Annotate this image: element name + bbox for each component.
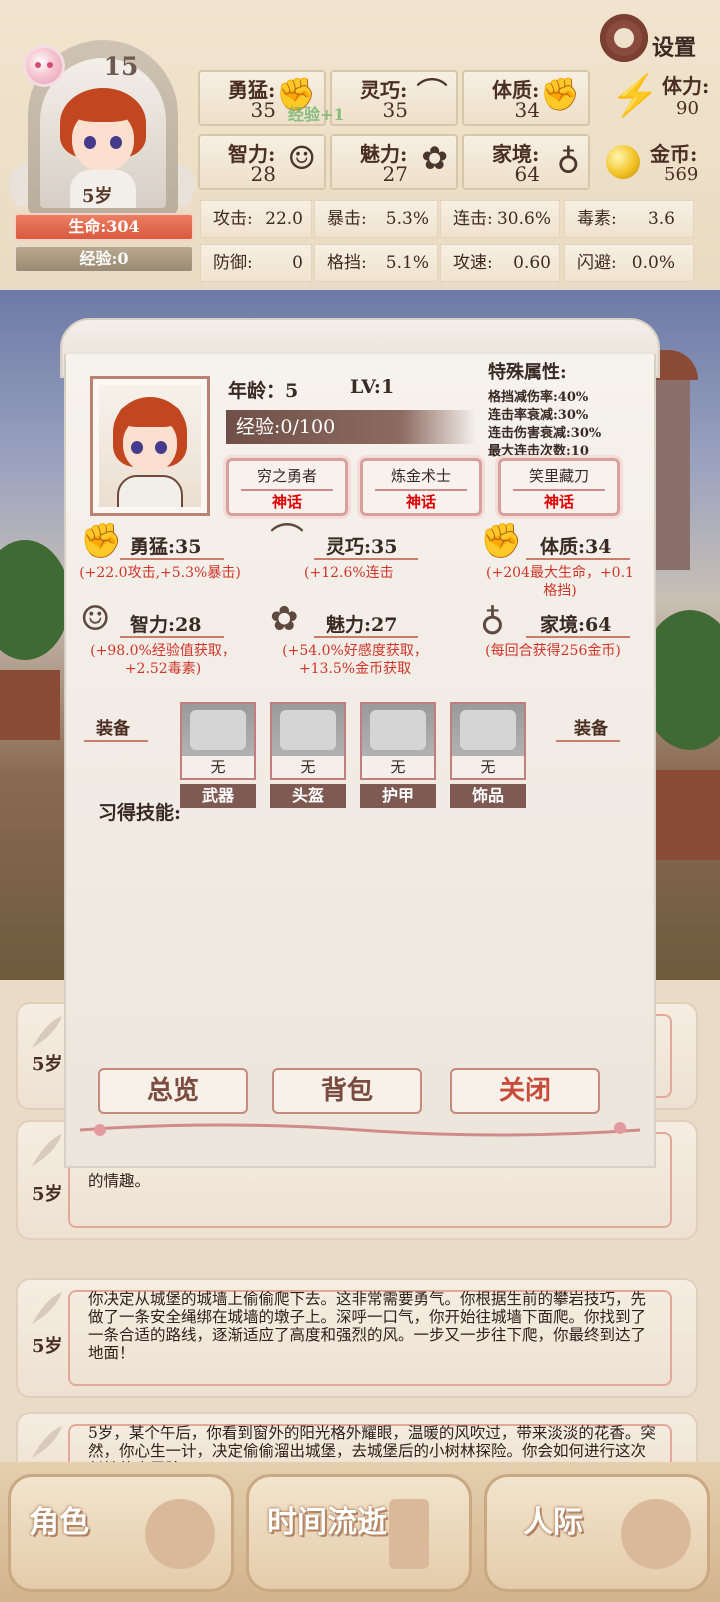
brain-icon: ☺ [287,139,316,177]
age-badge: 5岁 [82,186,113,207]
equip-slot-accessory[interactable]: 无 [450,702,526,780]
special-line: 连击伤害衰减:30% [488,426,602,441]
bag-button[interactable]: 背包 [272,1068,422,1114]
attr-charm-desc: (+54.0%好感度获取，+13.5%金币获取 [282,643,428,677]
close-button[interactable]: 关闭 [450,1068,600,1114]
trait-card[interactable]: 笑里藏刀 神话 [498,458,620,516]
attr-constitution-desc: (+204最大生命，+0.1格挡) [486,565,634,599]
combat-dodge: 闪避: 0.0% [564,244,694,282]
equip-slot-helmet[interactable]: 无 [270,702,346,780]
attr-agility-desc: (+12.6%连击 [304,565,394,581]
combat-crit: 暴击: 5.3% [314,200,438,238]
char-xp: 经验:0/100 [226,410,476,444]
stamina-label: 体力: [662,74,710,98]
nav-social-button[interactable]: 人际 [484,1474,710,1592]
fist-icon: ✊ [80,521,123,561]
special-line: 连击率衰减:30% [488,408,589,423]
stat-family[interactable]: 家境: 64 ♁ [462,134,590,190]
char-level: LV:1 [350,376,395,398]
character-portrait-frame [90,376,210,516]
status-header: 15 5岁 生命:304 经验:0 勇猛: 35 ✊ 灵巧: 35 ⌒ 体质: … [0,0,720,282]
attr-courage: 勇猛:35 [130,536,202,558]
coin-icon [606,145,640,179]
settings-button[interactable]: 设置 [600,14,710,70]
attr-constitution: 体质:34 [540,536,612,558]
equip-label-right: 装备 [574,719,608,739]
stat-constitution[interactable]: 体质: 34 ✊ [462,70,590,126]
gold-label: 金币: [650,142,698,166]
stat-agility[interactable]: 灵巧: 35 ⌒ [330,70,458,126]
flower-icon: ✿ [421,139,448,177]
float-xp-text: 经验+1 [288,105,345,124]
stat-intelligence[interactable]: 智力: 28 ☺ [198,134,326,190]
equip-name-armor: 护甲 [360,784,436,808]
combat-combo: 连击: 30.6% [440,200,560,238]
attr-intelligence: 智力:28 [130,614,202,636]
gear-icon [600,14,648,62]
character-dialog: 年龄：5 LV:1 经验:0/100 特殊属性: 格挡减伤率:40% 连击率衰减… [60,318,660,1168]
log-card: 5岁 你决定从城堡的城墙上偷偷爬下去。这非常需要勇气。你根据生前的攀岩技巧，先做… [16,1278,698,1398]
equip-slot-weapon[interactable]: 无 [180,702,256,780]
muscle-icon: ✊ [480,521,523,561]
attr-family: 家境:64 [540,614,612,636]
flower-icon: ✿ [270,599,299,639]
hand-coin-icon: ♁ [556,139,580,177]
equip-slot-armor[interactable]: 无 [360,702,436,780]
special-line: 最大连击次数:10 [488,444,589,459]
xp-bar: 经验:0 [14,245,194,273]
level-number: 15 [103,52,139,81]
attr-agility: 灵巧:35 [326,536,398,558]
character-portrait [99,385,201,507]
flower-ribbon-decoration [80,1122,640,1137]
muscle-icon: ✊ [540,75,580,113]
brain-icon: ☺ [80,599,111,639]
hand-coin-icon: ♁ [480,599,505,639]
combat-block: 格挡: 5.1% [314,244,438,282]
stamina-value: 90 [676,98,699,119]
attr-charm: 魅力:27 [326,614,398,636]
equip-name-weapon: 武器 [180,784,256,808]
char-age: 年龄：5 [228,380,299,402]
cloak-icon: ⌒ [415,75,448,113]
equip-name-helmet: 头盔 [270,784,346,808]
nav-role-button[interactable]: 角色 [8,1474,234,1592]
trait-card[interactable]: 穷之勇者 神话 [226,458,348,516]
stat-charm[interactable]: 魅力: 27 ✿ [330,134,458,190]
cloak-icon: ⌒ [270,521,304,561]
combat-attack: 攻击: 22.0 [200,200,312,238]
hp-bar: 生命:304 [14,213,194,241]
feather-icon [32,1292,62,1324]
equip-name-accessory: 饰品 [450,784,526,808]
special-line: 格挡减伤率:40% [488,390,589,405]
lightning-icon: ⚡ [610,73,660,119]
overview-button[interactable]: 总览 [98,1068,248,1114]
bottom-nav: 角色 时间流逝 人际 [0,1462,720,1602]
pet-icon [26,48,62,84]
gold-value: 569 [664,164,699,185]
character-icon [145,1499,215,1569]
attr-intelligence-desc: (+98.0%经验值获取，+2.52毒素) [90,643,236,677]
attr-family-desc: (每回合获得256金币) [485,643,621,659]
hourglass-icon [389,1499,429,1569]
skills-label: 习得技能: [98,802,182,824]
combat-speed: 攻速: 0.60 [440,244,560,282]
attr-courage-desc: (+22.0攻击,+5.3%暴击) [79,565,241,581]
trait-card[interactable]: 炼金术士 神话 [360,458,482,516]
combat-defense: 防御: 0 [200,244,312,282]
combat-poison: 毒素: 3.6 [564,200,694,238]
equip-label-left: 装备 [96,719,130,739]
nav-time-button[interactable]: 时间流逝 [246,1474,472,1592]
feather-icon [32,1426,62,1458]
special-attr-title: 特殊属性: [488,362,567,383]
people-icon [621,1499,691,1569]
